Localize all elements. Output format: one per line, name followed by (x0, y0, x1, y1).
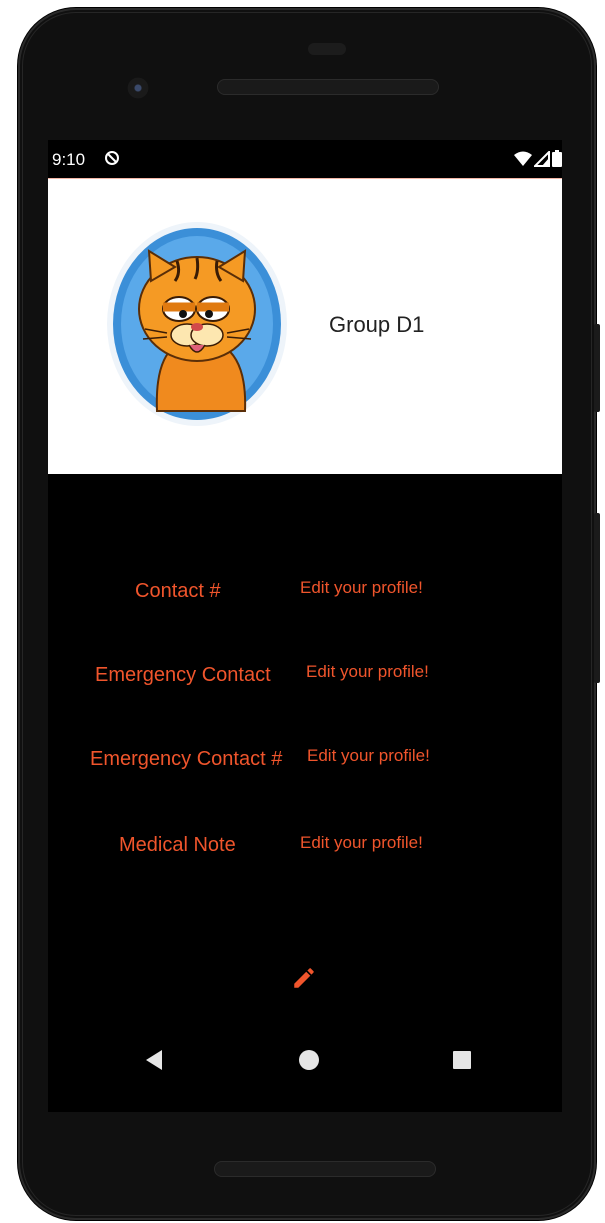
status-time: 9:10 (52, 150, 86, 169)
sync-off-icon (105, 151, 119, 165)
profile-header: Group D1 (48, 178, 562, 474)
edit-profile-button[interactable] (286, 960, 322, 996)
front-camera-icon (127, 77, 149, 99)
proximity-sensor (308, 43, 346, 55)
wifi-icon (514, 151, 532, 166)
battery-icon (552, 150, 562, 167)
pencil-icon (294, 968, 314, 988)
emergency-contact-label: Emergency Contact (95, 664, 271, 686)
emergency-contact-number-label: Emergency Contact # (90, 748, 283, 770)
power-button (594, 324, 600, 412)
back-icon[interactable] (144, 1049, 164, 1071)
home-icon[interactable] (298, 1049, 320, 1071)
group-name: Group D1 (329, 312, 425, 337)
contact-number-value[interactable]: Edit your profile! (300, 578, 423, 598)
medical-note-label: Medical Note (119, 834, 236, 856)
status-bar: 9:10 (48, 140, 562, 178)
cellular-signal-icon (534, 151, 550, 167)
app-screen: 9:10 Group D1 Contact # Edit your profil… (48, 140, 562, 1112)
phone-frame: 9:10 Group D1 Contact # Edit your profil… (18, 8, 600, 1220)
medical-note-value[interactable]: Edit your profile! (300, 833, 423, 853)
emergency-contact-number-value[interactable]: Edit your profile! (307, 746, 430, 766)
earpiece-speaker (217, 79, 439, 95)
garfield-avatar (107, 222, 287, 426)
recents-icon[interactable] (452, 1050, 472, 1070)
status-icons (514, 150, 562, 167)
volume-button (594, 513, 600, 683)
contact-number-label: Contact # (135, 580, 221, 602)
emergency-contact-value[interactable]: Edit your profile! (306, 662, 429, 682)
bottom-speaker (214, 1161, 436, 1177)
